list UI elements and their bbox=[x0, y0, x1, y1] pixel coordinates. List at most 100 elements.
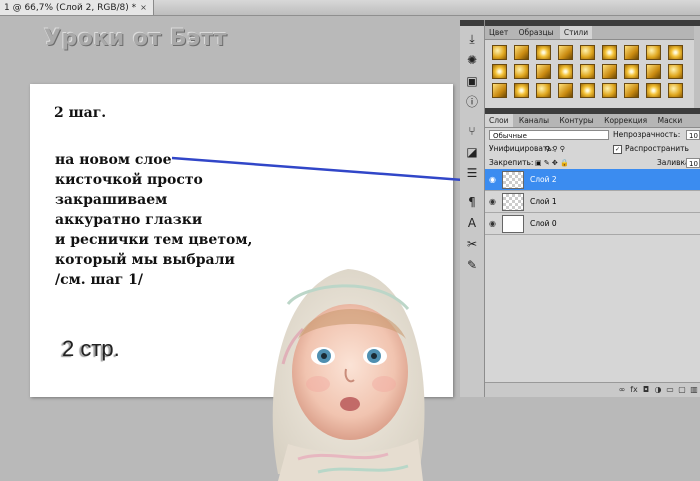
tab-paths[interactable]: Контуры bbox=[555, 114, 597, 127]
style-swatch[interactable] bbox=[514, 83, 529, 98]
style-swatch[interactable] bbox=[580, 83, 595, 98]
eye-icon[interactable]: ◉ bbox=[489, 175, 498, 184]
page-label: 2 стр. bbox=[62, 336, 120, 361]
folder-icon[interactable]: ▭ bbox=[664, 383, 676, 397]
tab-color[interactable]: Цвет bbox=[485, 26, 512, 39]
style-swatch[interactable] bbox=[624, 45, 639, 60]
style-swatch[interactable] bbox=[668, 83, 683, 98]
style-swatch[interactable] bbox=[646, 83, 661, 98]
mask-icon[interactable]: ◘ bbox=[640, 383, 652, 397]
lock-icon[interactable]: ▣ ✎ ✥ 🔒 bbox=[535, 156, 569, 170]
opacity-field[interactable]: 10 bbox=[686, 130, 700, 140]
tools-icon[interactable]: ⑂ bbox=[463, 123, 481, 139]
history-icon[interactable]: ⤓ bbox=[463, 31, 481, 47]
eye-icon[interactable]: ◉ bbox=[489, 219, 498, 228]
brush-icon[interactable]: ✎ bbox=[463, 257, 481, 273]
opacity-label: Непрозрачность: bbox=[613, 130, 681, 139]
style-swatch[interactable] bbox=[602, 83, 617, 98]
layer-thumbnail bbox=[502, 215, 524, 233]
tab-layers[interactable]: Слои bbox=[485, 114, 513, 127]
character-icon[interactable]: A bbox=[463, 215, 481, 231]
propagate-checkbox[interactable]: ✓ bbox=[613, 144, 622, 154]
instruction-line: который мы выбрали bbox=[55, 252, 235, 268]
layers-bottom-bar: ∞ fx ◘ ◑ ▭ ▢ ▥ bbox=[485, 382, 700, 397]
gear-icon[interactable]: ✺ bbox=[463, 52, 481, 68]
document-canvas[interactable]: 2 шаг. на новом слое кисточкой просто за… bbox=[30, 84, 453, 481]
layers-icon[interactable]: ◪ bbox=[463, 144, 481, 160]
link-icon[interactable]: ∞ bbox=[616, 383, 628, 397]
transform-icon[interactable]: ✂ bbox=[463, 236, 481, 252]
style-swatch[interactable] bbox=[602, 64, 617, 79]
styles-tabs: Цвет Образцы Стили bbox=[485, 26, 700, 40]
unify-icons[interactable]: ⚲ ⚲ ⚲ bbox=[545, 142, 565, 156]
document-tab[interactable]: 1 @ 66,7% (Слой 2, RGB/8) * × bbox=[0, 0, 154, 15]
unify-row: Унифицировать: ⚲ ⚲ ⚲ ✓ Распространить bbox=[485, 142, 700, 156]
stack-icon[interactable]: ☰ bbox=[463, 165, 481, 181]
blend-row: Обычные Непрозрачность: 10 bbox=[485, 128, 700, 142]
style-swatch[interactable] bbox=[646, 45, 661, 60]
paragraph-icon[interactable]: ¶ bbox=[463, 194, 481, 210]
style-swatch[interactable] bbox=[580, 64, 595, 79]
style-swatch[interactable] bbox=[558, 45, 573, 60]
tab-adjustments[interactable]: Коррекция bbox=[600, 114, 651, 127]
lock-row: Закрепить: ▣ ✎ ✥ 🔒 Заливка: 10 bbox=[485, 156, 700, 170]
instruction-line: аккуратно глазки bbox=[55, 212, 203, 228]
fx-icon[interactable]: fx bbox=[628, 383, 640, 397]
style-swatch[interactable] bbox=[646, 64, 661, 79]
tab-channels[interactable]: Каналы bbox=[515, 114, 553, 127]
photoshop-panel-dock: ⤓ ✺ ▣ ⓘ ⑂ ◪ ☰ ¶ A ✂ ✎ Цвет Образцы Стили bbox=[460, 20, 700, 397]
layer-row[interactable]: ◉ Слой 2 bbox=[485, 169, 700, 191]
image-icon[interactable]: ▣ bbox=[463, 73, 481, 89]
style-swatch[interactable] bbox=[624, 83, 639, 98]
style-swatch[interactable] bbox=[492, 45, 507, 60]
tab-masks[interactable]: Маски bbox=[654, 114, 687, 127]
info-icon[interactable]: ⓘ bbox=[463, 94, 481, 110]
style-swatch[interactable] bbox=[624, 64, 639, 79]
style-swatch[interactable] bbox=[558, 64, 573, 79]
style-swatch[interactable] bbox=[514, 45, 529, 60]
layer-thumbnail bbox=[502, 171, 524, 189]
style-swatch[interactable] bbox=[558, 83, 573, 98]
eye-icon[interactable]: ◉ bbox=[489, 197, 498, 206]
adjustment-icon[interactable]: ◑ bbox=[652, 383, 664, 397]
style-swatch[interactable] bbox=[668, 45, 683, 60]
panel-column: Цвет Образцы Стили Слои Каналы Контуры К… bbox=[485, 20, 700, 397]
style-swatch-grid bbox=[485, 40, 700, 100]
baby-photo bbox=[272, 269, 425, 481]
layer-row[interactable]: ◉ Слой 0 bbox=[485, 213, 700, 235]
layers-panel: Слои Каналы Контуры Коррекция Маски Обыч… bbox=[485, 114, 700, 397]
instruction-line: и реснички тем цветом, bbox=[55, 232, 253, 248]
styles-panel: Цвет Образцы Стили bbox=[485, 26, 700, 108]
layer-name: Слой 1 bbox=[530, 197, 557, 206]
style-swatch[interactable] bbox=[492, 64, 507, 79]
style-swatch[interactable] bbox=[492, 83, 507, 98]
style-swatch[interactable] bbox=[536, 64, 551, 79]
layer-name: Слой 0 bbox=[530, 219, 557, 228]
instruction-line: /см. шаг 1/ bbox=[55, 272, 143, 288]
tab-swatches[interactable]: Образцы bbox=[515, 26, 558, 39]
style-swatch[interactable] bbox=[668, 64, 683, 79]
instruction-line: кисточкой просто bbox=[55, 172, 203, 188]
propagate-label: Распространить bbox=[625, 144, 689, 153]
document-tab-bar: 1 @ 66,7% (Слой 2, RGB/8) * × bbox=[0, 0, 700, 16]
step-title: 2 шаг. bbox=[54, 105, 107, 121]
blend-mode-select[interactable]: Обычные bbox=[489, 130, 609, 140]
fill-field[interactable]: 10 bbox=[686, 158, 700, 168]
style-swatch[interactable] bbox=[514, 64, 529, 79]
style-swatch[interactable] bbox=[536, 83, 551, 98]
watermark-title: Уроки от Бэтт bbox=[44, 26, 228, 51]
instruction-line: на новом слое bbox=[55, 152, 172, 168]
layer-thumbnail bbox=[502, 193, 524, 211]
trash-icon[interactable]: ▥ bbox=[688, 383, 700, 397]
styles-scrollbar[interactable] bbox=[694, 26, 700, 108]
instruction-line: закрашиваем bbox=[55, 192, 168, 208]
style-swatch[interactable] bbox=[580, 45, 595, 60]
new-layer-icon[interactable]: ▢ bbox=[676, 383, 688, 397]
layer-row[interactable]: ◉ Слой 1 bbox=[485, 191, 700, 213]
style-swatch[interactable] bbox=[602, 45, 617, 60]
panel-toolstrip: ⤓ ✺ ▣ ⓘ ⑂ ◪ ☰ ¶ A ✂ ✎ bbox=[460, 20, 485, 397]
tab-styles[interactable]: Стили bbox=[559, 26, 593, 39]
style-swatch[interactable] bbox=[536, 45, 551, 60]
close-icon[interactable]: × bbox=[140, 3, 147, 12]
layer-name: Слой 2 bbox=[530, 175, 557, 184]
